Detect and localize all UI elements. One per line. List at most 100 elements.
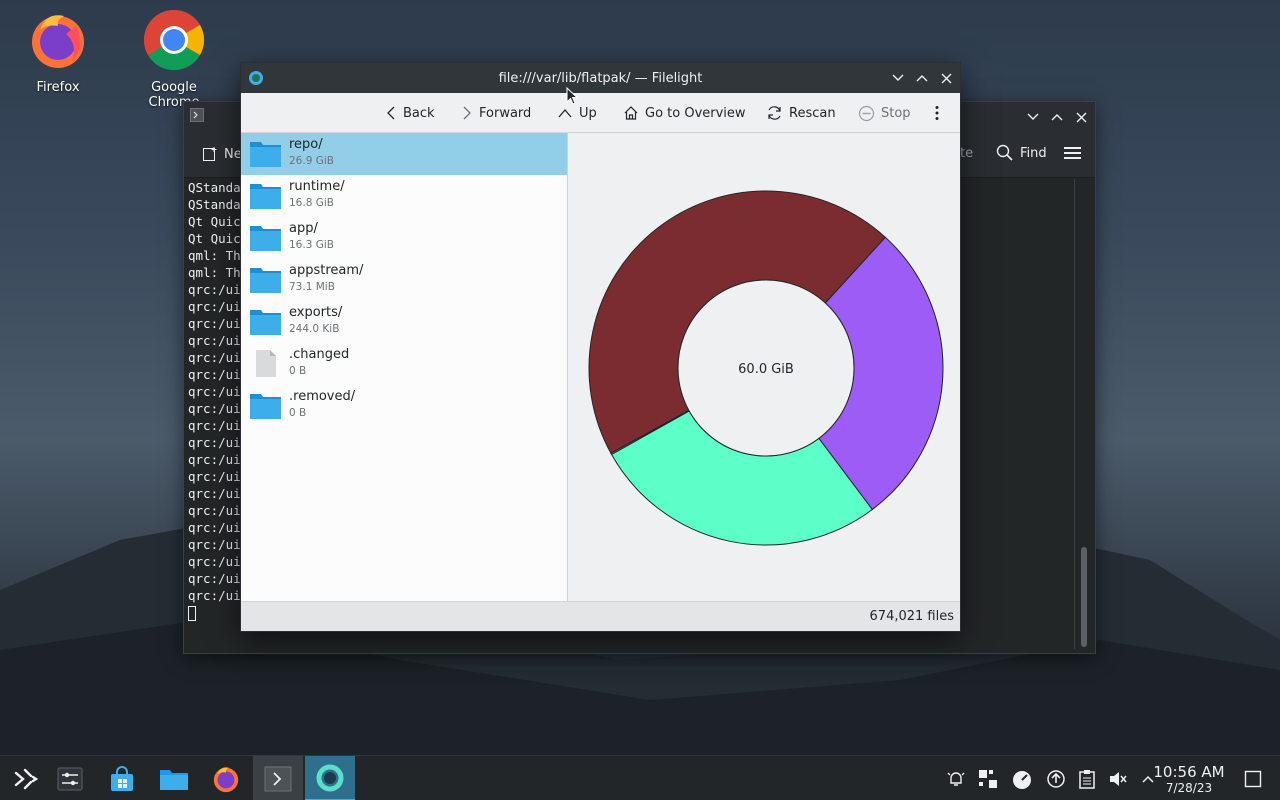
filelight-window-controls <box>890 63 954 93</box>
kebab-menu-icon <box>935 106 939 120</box>
item-size: 73.1 MiB <box>289 281 335 293</box>
discover-task[interactable] <box>97 756 147 800</box>
minimize-icon[interactable] <box>1025 109 1041 125</box>
filelight-app-icon <box>249 71 263 85</box>
performance-gauge-icon[interactable] <box>1010 769 1034 789</box>
launcher-icon <box>14 768 38 789</box>
firefox-desktop-icon[interactable]: Firefox <box>8 8 108 95</box>
system-tray <box>946 756 1156 800</box>
chrome-icon <box>143 9 205 71</box>
item-name: exports/ <box>289 305 343 320</box>
find-button[interactable]: Find <box>996 144 1047 162</box>
back-button[interactable]: Back <box>385 93 435 133</box>
terminal-scrollbar[interactable] <box>1081 547 1087 647</box>
more-options-button[interactable] <box>935 93 939 133</box>
volume-muted-icon[interactable] <box>1108 769 1128 789</box>
folder-list: repo/26.9 GiB runtime/16.8 GiB app/16.3 Gi… <box>241 133 568 603</box>
konsole-task[interactable] <box>253 756 303 800</box>
mouse-cursor <box>566 87 578 105</box>
clock-time: 10:56 AM <box>1153 763 1225 781</box>
item-size: 244.0 KiB <box>289 323 340 335</box>
clock-date: 7/28/23 <box>1165 781 1213 795</box>
firefox-icon <box>213 766 239 792</box>
minimize-icon[interactable] <box>890 70 906 86</box>
back-label: Back <box>403 105 435 121</box>
notifications-icon[interactable] <box>946 769 966 789</box>
close-icon[interactable] <box>938 70 954 86</box>
item-name: appstream/ <box>289 263 364 278</box>
list-item[interactable]: repo/26.9 GiB <box>241 133 567 175</box>
radial-map[interactable]: 60.0 GiB <box>569 133 960 603</box>
list-item[interactable]: app/16.3 GiB <box>241 217 567 259</box>
paste-label: te <box>960 146 974 161</box>
show-desktop-button[interactable] <box>1244 756 1262 800</box>
refresh-icon <box>768 106 781 120</box>
folder-icon <box>250 268 281 293</box>
terminal-app-icon <box>190 108 204 122</box>
go-to-overview-label: Go to Overview <box>645 105 746 121</box>
list-item[interactable]: appstream/73.1 MiB <box>241 259 567 301</box>
clipboard-icon[interactable] <box>1078 769 1096 789</box>
rescan-button[interactable]: Rescan <box>766 93 836 133</box>
updates-icon[interactable] <box>1046 769 1066 789</box>
up-arrow-icon <box>558 109 572 118</box>
system-settings-task[interactable] <box>45 756 95 800</box>
forward-button[interactable]: Forward <box>461 93 531 133</box>
new-tab-icon <box>203 147 217 161</box>
show-desktop-icon <box>1244 770 1262 787</box>
taskbar: 10:56 AM 7/28/23 <box>0 755 1280 800</box>
file-icon <box>256 350 276 377</box>
search-icon <box>996 144 1013 161</box>
list-item[interactable]: exports/244.0 KiB <box>241 301 567 343</box>
up-label: Up <box>579 105 597 121</box>
stop-icon <box>858 105 875 121</box>
terminal-window-controls <box>1025 102 1089 132</box>
item-size: 0 B <box>289 365 307 377</box>
item-name: repo/ <box>289 137 323 152</box>
forward-arrow-icon <box>463 106 471 120</box>
digital-clock[interactable]: 10:56 AM 7/28/23 <box>1152 763 1226 796</box>
steam-qr-icon[interactable] <box>978 769 998 789</box>
list-item[interactable]: runtime/16.8 GiB <box>241 175 567 217</box>
status-bar: 674,021 files <box>241 601 960 631</box>
firefox-task[interactable] <box>201 756 251 800</box>
rescan-label: Rescan <box>789 105 836 121</box>
close-icon[interactable] <box>1073 109 1089 125</box>
item-size: 16.3 GiB <box>289 239 334 251</box>
item-size: 0 B <box>289 407 307 419</box>
item-name: .changed <box>289 347 350 362</box>
item-size: 16.8 GiB <box>289 197 334 209</box>
settings-sliders-icon <box>57 767 83 790</box>
filelight-task[interactable] <box>305 756 355 800</box>
home-icon <box>624 106 638 120</box>
maximize-icon[interactable] <box>1049 109 1065 125</box>
hamburger-menu-icon <box>1064 147 1081 159</box>
folder-icon <box>250 310 281 335</box>
stop-button[interactable]: Stop <box>858 93 911 133</box>
firefox-icon <box>32 15 84 68</box>
chrome-desktop-icon[interactable]: Google Chrome <box>124 8 224 110</box>
file-count: 674,021 files <box>869 609 954 624</box>
radial-map-svg: 60.0 GiB <box>588 190 944 546</box>
forward-label: Forward <box>479 105 532 121</box>
list-item[interactable]: .changed 0 B <box>241 343 567 385</box>
terminal-icon <box>264 766 292 791</box>
new-tab-button[interactable]: Ne <box>202 146 242 162</box>
paste-button[interactable]: te <box>960 146 973 161</box>
item-size: 26.9 GiB <box>289 155 334 167</box>
go-to-overview-button[interactable]: Go to Overview <box>623 93 746 133</box>
hamburger-menu-button[interactable] <box>1064 146 1081 160</box>
folder-icon <box>250 226 281 251</box>
maximize-icon[interactable] <box>914 70 930 86</box>
item-name: runtime/ <box>289 179 345 194</box>
filelight-titlebar[interactable]: file:///var/lib/flatpak/ — Filelight <box>241 63 960 93</box>
filelight-toolbar: Back Forward Up Go to Overview Rescan St… <box>241 93 960 133</box>
folder-icon <box>160 769 188 790</box>
app-launcher-button[interactable] <box>0 756 50 800</box>
item-name: .removed/ <box>289 389 356 404</box>
shopping-bag-icon <box>111 765 133 791</box>
dolphin-task[interactable] <box>149 756 199 800</box>
list-item[interactable]: .removed/0 B <box>241 385 567 427</box>
stop-label: Stop <box>881 105 911 121</box>
filelight-window[interactable]: file:///var/lib/flatpak/ — Filelight Bac… <box>240 62 961 632</box>
